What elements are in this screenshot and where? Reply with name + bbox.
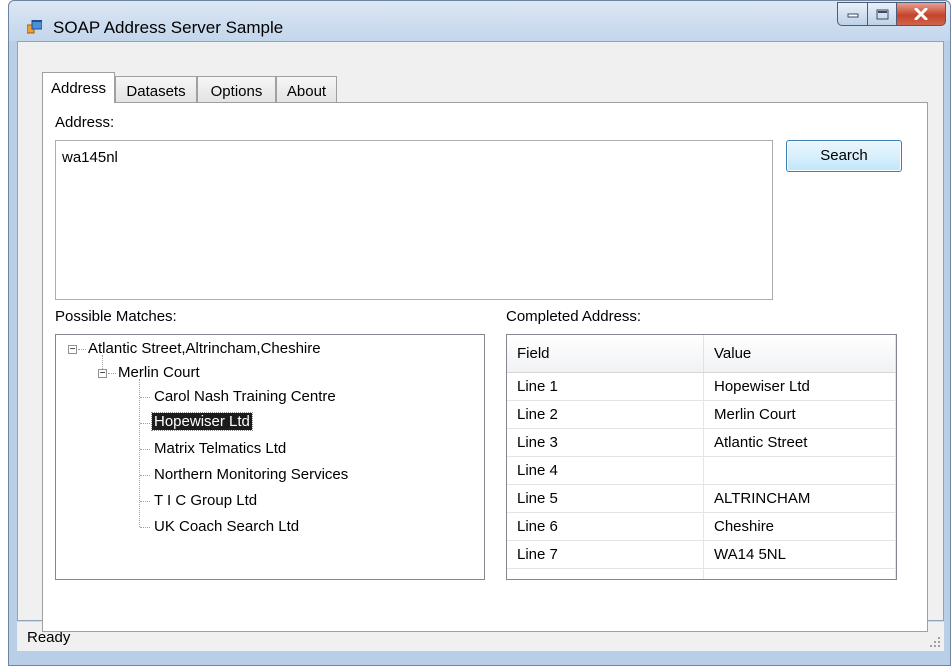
cell-value[interactable]: Merlin Court: [703, 400, 896, 429]
minimize-icon: [847, 13, 858, 18]
address-input-value: wa145nl: [62, 149, 118, 166]
cell-value[interactable]: Hopewiser Ltd: [703, 372, 896, 401]
tree-leaf[interactable]: Northern Monitoring Services: [154, 466, 348, 483]
tree-leaf[interactable]: Matrix Telmatics Ltd: [154, 440, 286, 457]
cell-field[interactable]: Line 1: [507, 372, 704, 401]
table-row[interactable]: Line 5 ALTRINCHAM: [507, 484, 896, 513]
app-window-icon: [27, 20, 42, 34]
cell-value[interactable]: WA14 5NL: [703, 540, 896, 569]
maximize-button[interactable]: [867, 2, 897, 26]
table-row[interactable]: Line 3 Atlantic Street: [507, 428, 896, 457]
tab-about[interactable]: About: [276, 76, 337, 102]
cell-value[interactable]: ALTRINCHAM: [703, 484, 896, 513]
tree-leaf-selected[interactable]: Hopewiser Ltd: [151, 412, 253, 431]
cell-empty[interactable]: [703, 568, 896, 579]
possible-matches-label: Possible Matches:: [55, 308, 177, 325]
cell-empty[interactable]: [507, 568, 704, 579]
client-area: Address Datasets Options About Address: …: [17, 41, 944, 632]
completed-address-label: Completed Address:: [506, 308, 642, 325]
title-bar[interactable]: SOAP Address Server Sample: [9, 1, 950, 41]
maximize-icon: [876, 9, 888, 19]
tree-leaf[interactable]: UK Coach Search Ltd: [154, 518, 299, 535]
collapse-root-icon[interactable]: −: [68, 345, 77, 355]
address-input[interactable]: wa145nl: [55, 140, 773, 300]
tree-leaf[interactable]: T I C Group Ltd: [154, 492, 257, 509]
resize-grip-icon[interactable]: [930, 637, 940, 647]
cell-field[interactable]: Line 5: [507, 484, 704, 513]
tree-node-merlin-court[interactable]: Merlin Court: [118, 364, 200, 381]
application-window: SOAP Address Server Sample Address Datas…: [8, 0, 951, 666]
table-row[interactable]: Line 1 Hopewiser Ltd: [507, 372, 896, 401]
tab-about-label: About: [286, 83, 327, 100]
search-button[interactable]: Search: [786, 140, 902, 172]
cell-field[interactable]: Line 2: [507, 400, 704, 429]
table-row-empty[interactable]: [507, 568, 896, 579]
cell-value[interactable]: Cheshire: [703, 512, 896, 541]
tab-datasets-label: Datasets: [126, 83, 186, 100]
tree-leaf[interactable]: Carol Nash Training Centre: [154, 388, 336, 405]
tab-options[interactable]: Options: [197, 76, 276, 102]
cell-field[interactable]: Line 7: [507, 540, 704, 569]
window-title: SOAP Address Server Sample: [53, 18, 284, 37]
minimize-button[interactable]: [837, 2, 868, 26]
table-row[interactable]: Line 2 Merlin Court: [507, 400, 896, 429]
matches-tree[interactable]: − Atlantic Street,Altrincham,Cheshire − …: [55, 334, 485, 580]
column-header-value[interactable]: Value: [703, 335, 896, 373]
tab-datasets[interactable]: Datasets: [115, 76, 197, 102]
cell-value[interactable]: [703, 456, 896, 485]
tab-address-label: Address: [50, 80, 107, 97]
column-header-field[interactable]: Field: [507, 335, 704, 373]
table-row[interactable]: Line 4: [507, 456, 896, 485]
cell-value[interactable]: Atlantic Street: [703, 428, 896, 457]
tab-options-label: Options: [210, 83, 263, 100]
completed-address-grid[interactable]: Field Value Line 1 Hopewiser Ltd Line 2 Mer…: [506, 334, 897, 580]
tree-node-root[interactable]: Atlantic Street,Altrincham,Cheshire: [88, 340, 321, 357]
completed-address-table: Field Value Line 1 Hopewiser Ltd Line 2 Mer…: [507, 335, 896, 579]
collapse-child-icon[interactable]: −: [98, 369, 107, 379]
tab-address[interactable]: Address: [42, 72, 115, 103]
cell-field[interactable]: Line 3: [507, 428, 704, 457]
address-label: Address:: [55, 114, 115, 131]
table-row[interactable]: Line 7 WA14 5NL: [507, 540, 896, 569]
table-row[interactable]: Line 6 Cheshire: [507, 512, 896, 541]
cell-field[interactable]: Line 6: [507, 512, 704, 541]
close-button[interactable]: [896, 2, 946, 26]
cell-field[interactable]: Line 4: [507, 456, 704, 485]
close-icon: [914, 8, 928, 20]
address-tab-panel: Address: wa145nl Search Possible Matches…: [42, 102, 928, 632]
